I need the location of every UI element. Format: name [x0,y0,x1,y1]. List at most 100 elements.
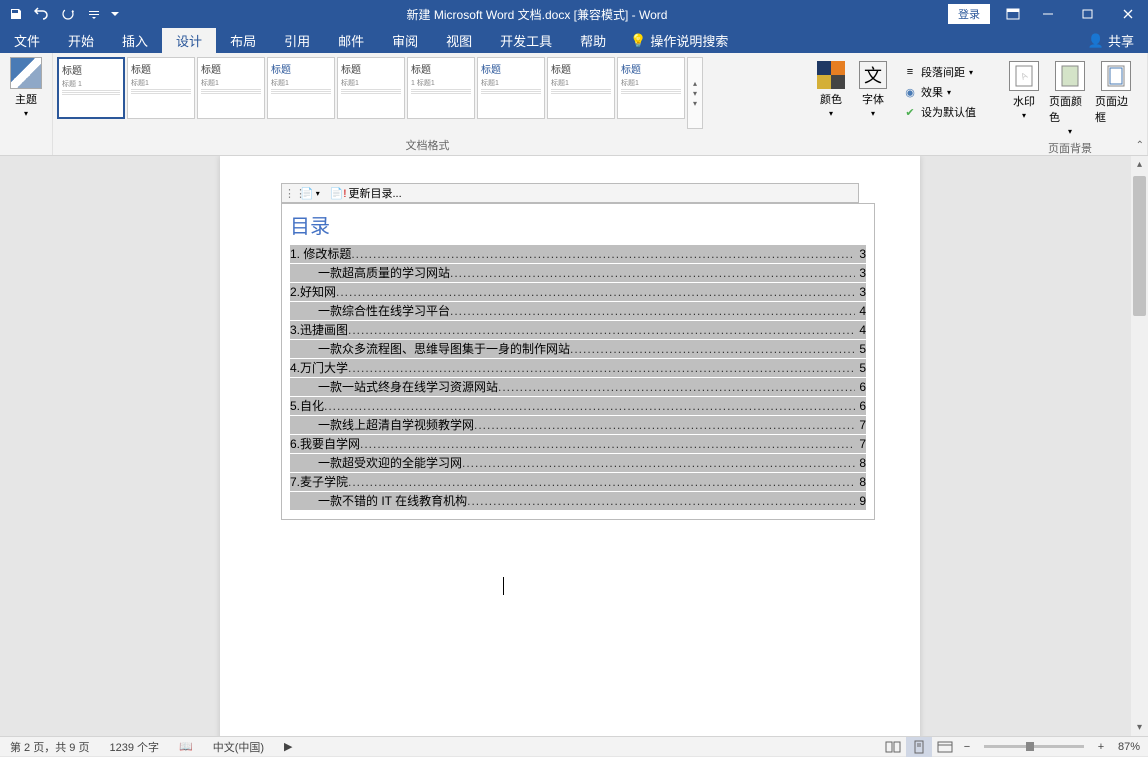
save-button[interactable] [4,2,28,26]
toc-entry-text: 5.自化 [290,397,324,415]
chevron-down-icon: ▾ [969,68,973,77]
style-thumbnail[interactable]: 标题标题1 [477,57,545,119]
tab-help[interactable]: 帮助 [566,28,620,53]
toc-entry-text: 3.迅捷画图 [290,321,348,339]
language-status[interactable]: 中文(中国) [203,739,274,755]
toc-entry[interactable]: 一款线上超清自学视频教学网...........................… [290,416,866,434]
tab-mailings[interactable]: 邮件 [324,28,378,53]
read-mode-button[interactable] [880,737,906,757]
share-button[interactable]: 👤 共享 [1074,31,1148,50]
toc-leader: ........................................… [450,264,855,282]
paragraph-spacing-button[interactable]: ≡ 段落间距 ▾ [900,63,979,81]
close-button[interactable] [1108,0,1148,28]
style-thumbnail[interactable]: 标题标题1 [267,57,335,119]
zoom-level[interactable]: 87% [1110,741,1148,753]
toc-entry[interactable]: 一款不错的 IT 在线教育机构.........................… [290,492,866,510]
update-icon: 📄! [330,187,347,200]
qat-more-button[interactable] [108,2,122,26]
toc-entry[interactable]: 3.迅捷画图..................................… [290,321,866,339]
toc-entry-text: 7.麦子学院 [290,473,348,491]
tab-insert[interactable]: 插入 [108,28,162,53]
toc-leader: ........................................… [570,340,855,358]
toc-entry-page: 8 [855,473,866,491]
style-gallery: 标题标题 1标题标题1标题标题1标题标题1标题标题1标题1 标题1标题标题1标题… [53,53,802,133]
toc-entry[interactable]: 一款综合性在线学习平台.............................… [290,302,866,320]
page[interactable]: ⋮⋮ 📄 ▾ 📄! 更新目录... 目录 1. 修改标题............… [220,156,920,736]
page-content: ⋮⋮ 📄 ▾ 📄! 更新目录... 目录 1. 修改标题............… [280,196,860,736]
fonts-icon: 文 [859,61,887,89]
set-default-button[interactable]: ✔ 设为默认值 [900,103,979,121]
drag-handle-icon[interactable]: ⋮⋮ [284,187,294,200]
tab-review[interactable]: 审阅 [378,28,432,53]
print-layout-button[interactable] [906,737,932,757]
tab-file[interactable]: 文件 [0,28,54,53]
toc-entry-text: 一款综合性在线学习平台 [318,302,450,320]
spellcheck-button[interactable]: 📖 [169,740,203,753]
undo-button[interactable] [30,2,54,26]
page-color-button[interactable]: 页面颜色 ▾ [1049,61,1091,136]
text-cursor [503,577,504,595]
document-area[interactable]: ⋮⋮ 📄 ▾ 📄! 更新目录... 目录 1. 修改标题............… [0,156,1131,736]
zoom-slider-thumb[interactable] [1026,742,1034,751]
maximize-button[interactable] [1068,0,1108,28]
toc-entry[interactable]: 4.万门大学..................................… [290,359,866,377]
colors-button[interactable]: 颜色 ▾ [812,61,850,123]
zoom-slider[interactable] [984,745,1084,748]
toc-entry[interactable]: 一款一站式终身在线学习资源网站.........................… [290,378,866,396]
toc-entry-page: 8 [855,454,866,472]
collapse-ribbon-button[interactable]: ⌃ [1136,140,1144,151]
style-thumbnail[interactable]: 标题标题1 [617,57,685,119]
ribbon-display-options-button[interactable] [998,0,1028,28]
toc-entry[interactable]: 一款超受欢迎的全能学习网............................… [290,454,866,472]
watermark-button[interactable]: A 水印 ▾ [1003,61,1045,136]
qat-customize-button[interactable] [82,2,106,26]
toc-entry[interactable]: 6.我要自学网.................................… [290,435,866,453]
style-thumbnail[interactable]: 标题标题1 [127,57,195,119]
tell-me-search[interactable]: 💡 操作说明搜索 [620,31,738,50]
style-thumbnail[interactable]: 标题标题1 [197,57,265,119]
style-thumbnail[interactable]: 标题1 标题1 [407,57,475,119]
login-button[interactable]: 登录 [948,4,990,24]
chevron-down-icon: ▾ [947,88,951,97]
toc-entry[interactable]: 一款超高质量的学习网站.............................… [290,264,866,282]
zoom-in-button[interactable]: + [1092,741,1110,753]
effects-button[interactable]: ◉ 效果 ▾ [900,83,979,101]
style-gallery-more-button[interactable]: ▴▾▾ [687,57,703,129]
tab-references[interactable]: 引用 [270,28,324,53]
toc-entry[interactable]: 7.麦子学院..................................… [290,473,866,491]
toc-entry[interactable]: 5.自化....................................… [290,397,866,415]
tab-developer[interactable]: 开发工具 [486,28,566,53]
toc-entry[interactable]: 1. 修改标题.................................… [290,245,866,263]
toc-entry[interactable]: 一款众多流程图、思维导图集于一身的制作网站...................… [290,340,866,358]
scroll-up-button[interactable]: ▴ [1131,156,1148,173]
toc-leader: ........................................… [462,454,855,472]
fonts-button[interactable]: 文 字体 ▾ [854,61,892,123]
toc-field[interactable]: 目录 1. 修改标题..............................… [281,203,875,520]
toc-entry-page: 4 [855,302,866,320]
style-thumbnail[interactable]: 标题标题1 [337,57,405,119]
tab-home[interactable]: 开始 [54,28,108,53]
style-thumbnail[interactable]: 标题标题1 [547,57,615,119]
tab-layout[interactable]: 布局 [216,28,270,53]
word-count[interactable]: 1239 个字 [99,739,169,755]
zoom-out-button[interactable]: − [958,741,976,753]
toc-leader: ........................................… [351,245,855,263]
page-borders-button[interactable]: 页面边框 [1095,61,1137,136]
themes-button[interactable]: 主题 ▾ [6,57,46,118]
toc-options-button[interactable]: 📄 ▾ [296,184,324,202]
scroll-down-button[interactable]: ▾ [1131,719,1148,736]
update-toc-button[interactable]: 📄! 更新目录... [326,184,406,202]
page-status[interactable]: 第 2 页，共 9 页 [0,739,99,755]
style-thumbnail[interactable]: 标题标题 1 [57,57,125,119]
toc-leader: ........................................… [450,302,855,320]
minimize-button[interactable] [1028,0,1068,28]
scrollbar-thumb[interactable] [1133,176,1146,316]
macro-icon: ▶ [284,740,292,753]
vertical-scrollbar[interactable]: ▴ ▾ [1131,156,1148,736]
macro-status[interactable]: ▶ [274,740,302,753]
tab-design[interactable]: 设计 [162,28,216,53]
redo-button[interactable] [56,2,80,26]
web-layout-button[interactable] [932,737,958,757]
toc-entry[interactable]: 2.好知网...................................… [290,283,866,301]
tab-view[interactable]: 视图 [432,28,486,53]
